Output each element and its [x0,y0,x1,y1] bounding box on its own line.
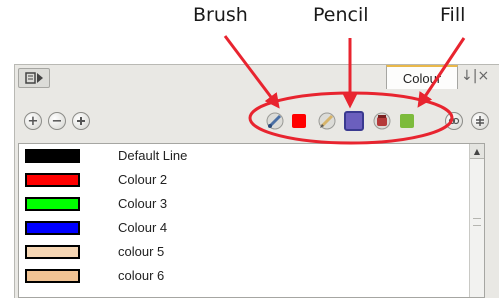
colour-swatch [25,269,80,283]
fill-colour-swatch[interactable] [400,114,414,128]
adjust-button[interactable] [471,112,489,130]
fill-callout-label: Fill [440,4,466,26]
link-button[interactable] [445,112,463,130]
colour-name-label: Default Line [118,148,188,163]
colour-panel: Colour ↓|× + − ▲ Default Line Colour 2 C… [14,64,499,298]
adjust-icon [476,116,484,126]
colour-name-label: Colour 4 [118,220,168,235]
add-colour-button[interactable]: + [24,112,42,130]
colour-swatch [25,197,80,211]
panel-menu-icon [25,72,43,84]
plus-icon: + [27,113,39,129]
colour-name-label: Colour 2 [118,172,168,187]
tab-controls[interactable]: ↓|× [461,68,489,84]
panel-menu-button[interactable] [18,68,50,88]
pencil-callout-label: Pencil [313,4,369,26]
colour-swatch [25,173,80,187]
remove-colour-button[interactable]: − [48,112,66,130]
colour-list-item[interactable]: colour 5 [19,242,477,264]
pencil-colour-swatch[interactable] [344,111,364,131]
colour-list-item[interactable]: Default Line [19,146,477,168]
colour-list-item[interactable]: colour 6 [19,266,477,288]
colour-swatch [25,245,80,259]
colour-list: ▲ Default Line Colour 2 Colour 3 Colour 4 co… [18,143,485,298]
brush-colour-swatch[interactable] [292,114,306,128]
pencil-tool-icon[interactable] [317,111,337,131]
colour-list-item[interactable]: Colour 4 [19,218,477,240]
colour-name-label: Colour 3 [118,196,168,211]
colour-swatch [25,221,80,235]
palette-icon [77,117,85,125]
brush-tool-icon[interactable] [265,111,285,131]
colour-toolbar: + − [15,101,499,141]
tab-colour[interactable]: Colour [386,65,458,89]
link-icon [448,117,460,125]
colour-list-item[interactable]: Colour 3 [19,194,477,216]
fill-tool-icon[interactable] [372,111,392,131]
colour-swatch [25,149,80,163]
colour-list-item[interactable]: Colour 2 [19,170,477,192]
brush-callout-label: Brush [193,4,248,26]
minus-icon: − [51,113,63,129]
colour-name-label: colour 5 [118,244,165,259]
colour-name-label: colour 6 [118,268,165,283]
palette-button[interactable] [72,112,90,130]
